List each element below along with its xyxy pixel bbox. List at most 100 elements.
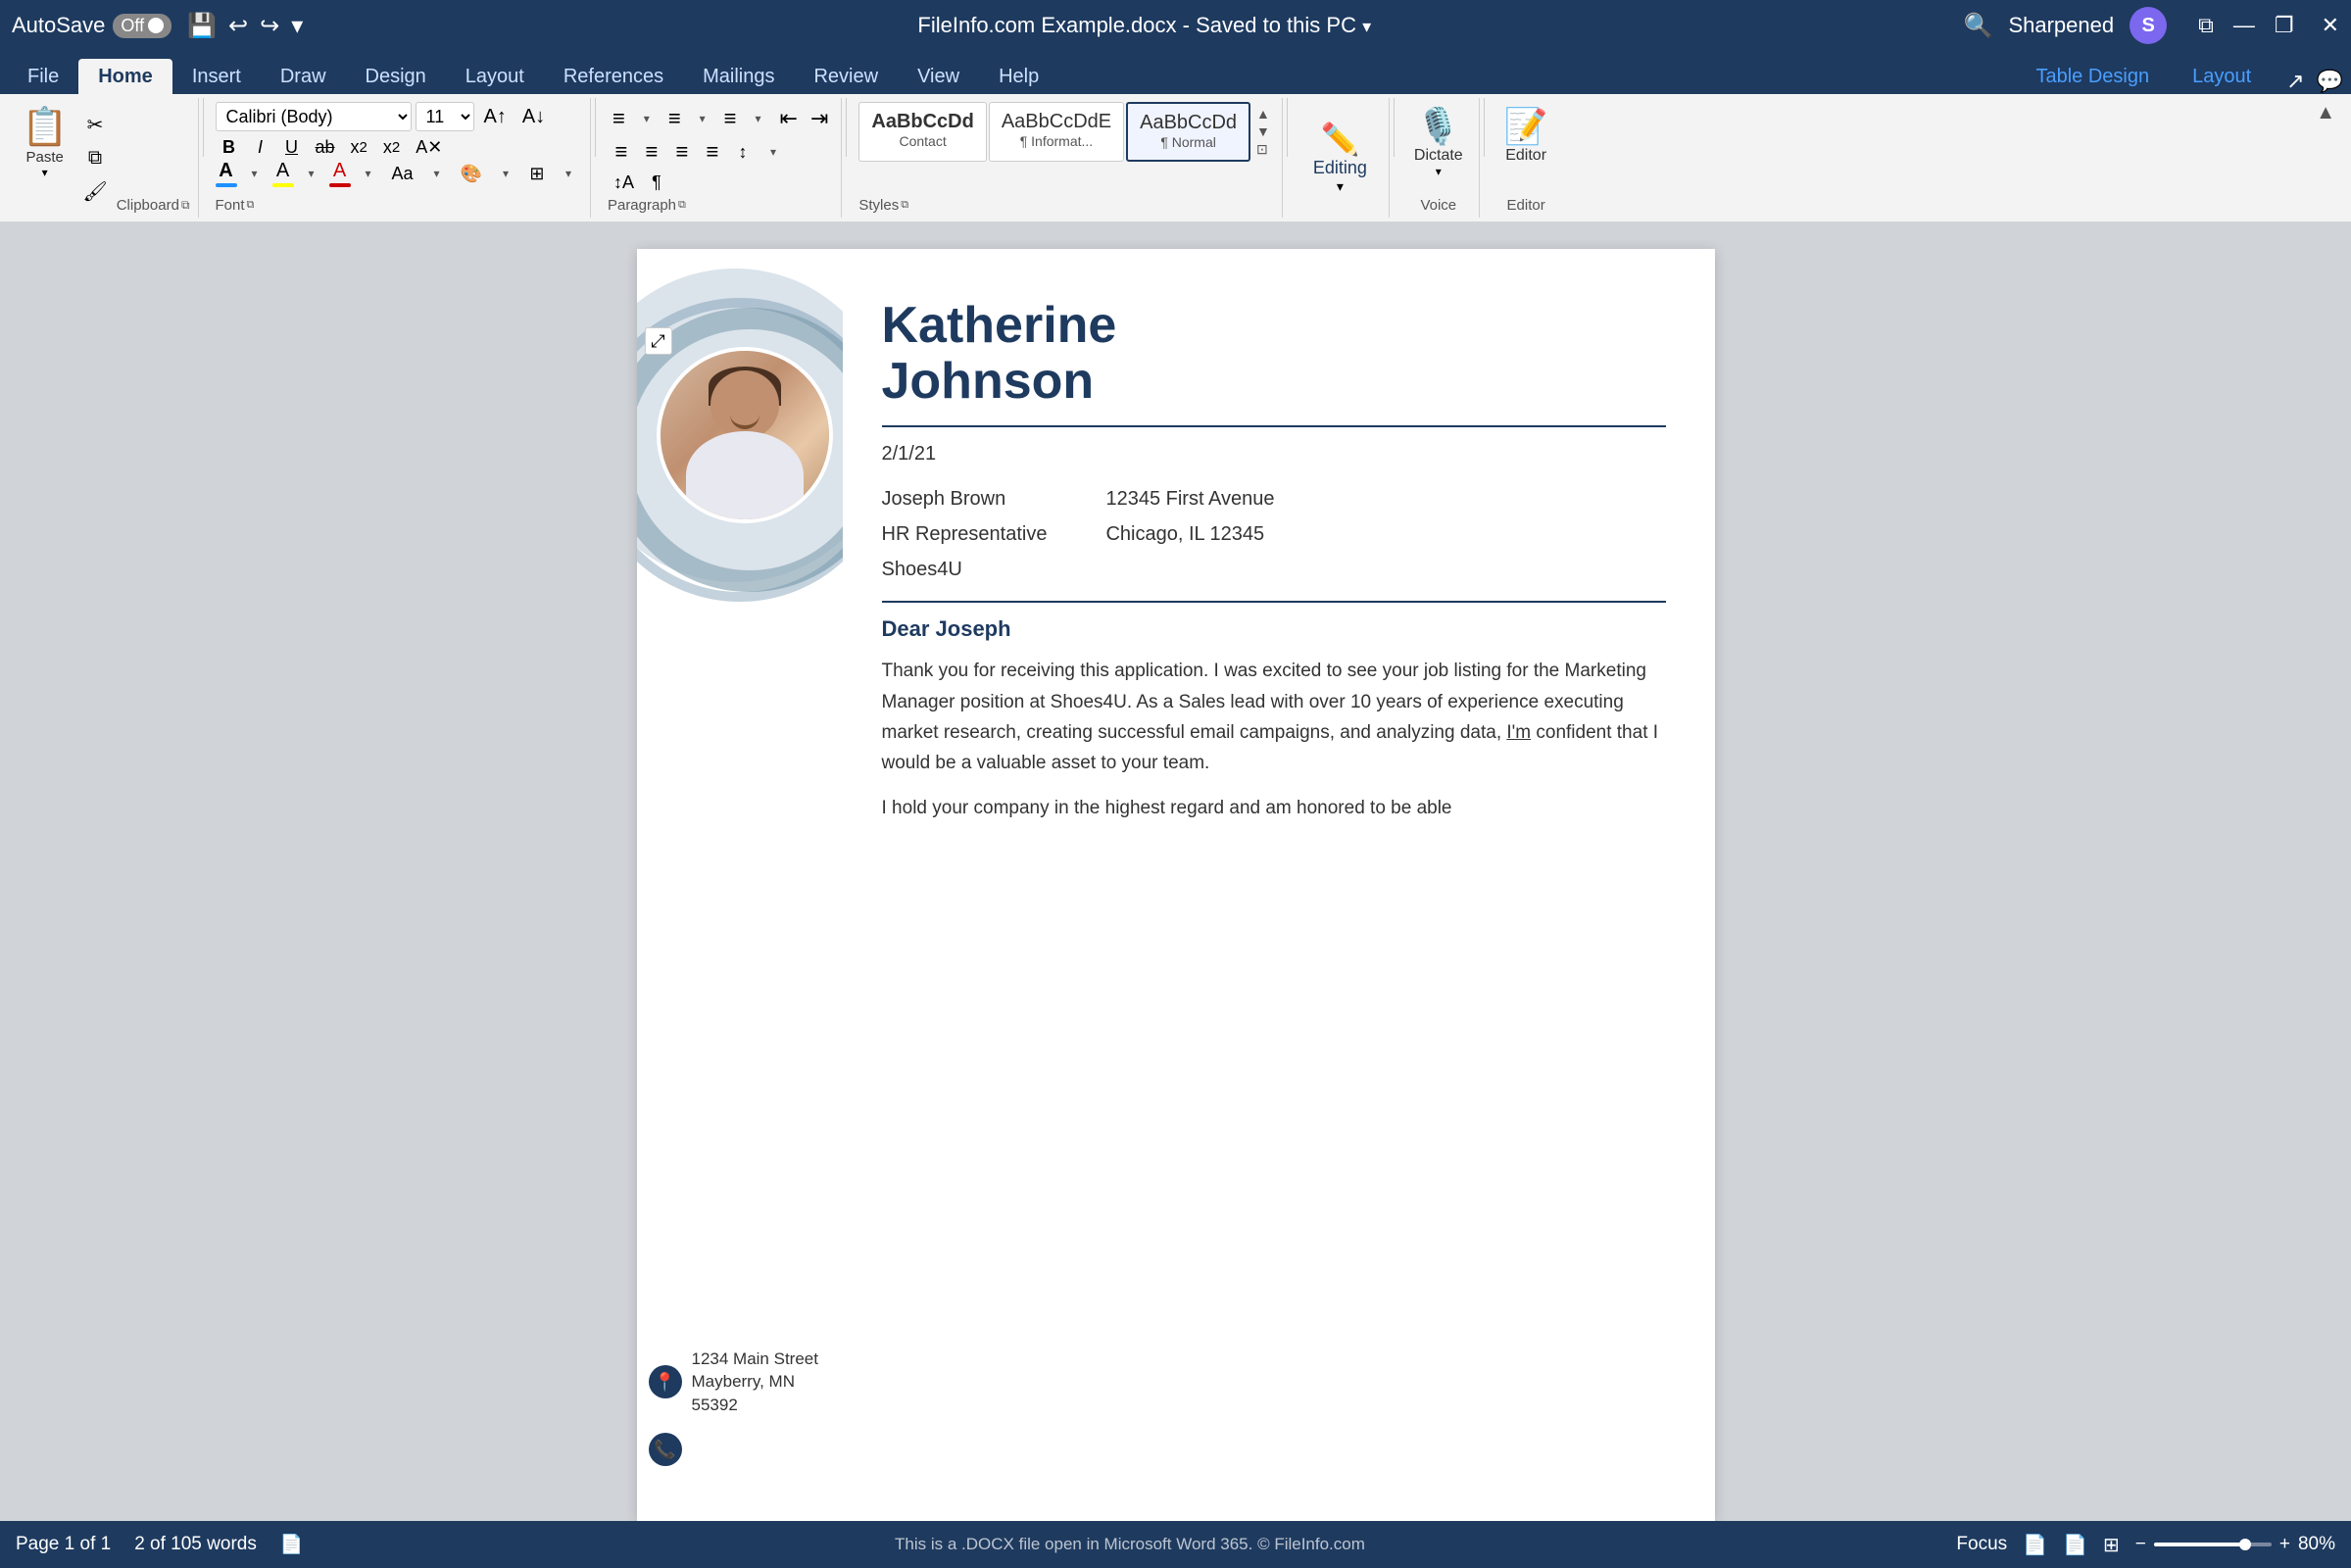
zoom-in-button[interactable]: + xyxy=(2279,1534,2290,1555)
increase-font-size-button[interactable]: A↑ xyxy=(478,104,513,130)
tab-insert[interactable]: Insert xyxy=(172,59,261,94)
format-painter-button[interactable]: 🖌 xyxy=(77,176,112,207)
font-size-select[interactable]: 11 xyxy=(416,102,474,131)
copy-button[interactable]: ⧉ xyxy=(77,144,112,172)
view-mode-icon2[interactable]: 📄 xyxy=(2063,1533,2087,1557)
page-info-label: Page 1 of 1 xyxy=(16,1534,111,1555)
align-right-button[interactable]: ≡ xyxy=(668,137,696,167)
borders-dropdown[interactable]: ▾ xyxy=(555,165,582,182)
save-icon[interactable]: 💾 xyxy=(187,12,217,40)
paste-label: Paste xyxy=(25,149,63,166)
bold-button[interactable]: B xyxy=(216,135,243,160)
paragraph-expand-icon[interactable]: ⧉ xyxy=(678,199,686,212)
decrease-indent-button[interactable]: ⇤ xyxy=(775,104,803,133)
zoom-slider[interactable] xyxy=(2154,1543,2272,1546)
share-icon[interactable]: ↗ xyxy=(2286,69,2304,94)
ribbon-collapse-button[interactable]: ▲ xyxy=(2308,98,2343,128)
multilevel-button[interactable]: ≡ xyxy=(719,104,742,133)
font-expand-icon[interactable]: ⧉ xyxy=(247,199,255,212)
line-spacing-button[interactable]: ↕ xyxy=(729,140,757,165)
user-avatar[interactable]: S xyxy=(2130,7,2167,44)
move-handle-icon[interactable]: ⤢ xyxy=(645,327,672,355)
search-icon[interactable]: 🔍 xyxy=(1964,12,1993,40)
style-information[interactable]: AaBbCcDdE ¶ Informat... xyxy=(989,102,1124,162)
change-case-button[interactable]: Aa xyxy=(386,162,419,186)
restore-window-icon[interactable]: ⧉ xyxy=(2198,13,2214,38)
dictate-button[interactable]: 🎙️ Dictate ▾ xyxy=(1406,102,1471,182)
highlight-color-button[interactable]: A xyxy=(272,160,294,187)
tab-mailings[interactable]: Mailings xyxy=(683,59,794,94)
align-left-button[interactable]: ≡ xyxy=(608,137,635,167)
quick-access-dropdown-icon[interactable]: ▾ xyxy=(291,12,303,40)
increase-indent-button[interactable]: ⇥ xyxy=(806,104,833,133)
autosave-toggle[interactable]: Off xyxy=(113,14,171,38)
close-button[interactable]: ✕ xyxy=(2322,13,2339,38)
tab-layout-context[interactable]: Layout xyxy=(2173,59,2271,94)
underline-button[interactable]: U xyxy=(278,135,306,160)
styles-scroll-down-icon[interactable]: ▼ xyxy=(1256,123,1270,139)
comments-icon[interactable]: 💬 xyxy=(2317,69,2343,94)
numbering-button[interactable]: ≡ xyxy=(663,104,686,133)
minimize-button[interactable]: — xyxy=(2233,13,2255,38)
font-color-dropdown[interactable]: ▾ xyxy=(241,165,269,182)
tab-table-design[interactable]: Table Design xyxy=(2016,59,2169,94)
font-family-select[interactable]: Calibri (Body) xyxy=(216,102,412,131)
cut-button[interactable]: ✂ xyxy=(77,110,112,140)
view-mode-icon1[interactable]: 📄 xyxy=(2023,1533,2047,1557)
tab-layout[interactable]: Layout xyxy=(446,59,544,94)
strikethrough-button[interactable]: ab xyxy=(310,135,341,160)
view-mode-icon3[interactable]: ⊞ xyxy=(2103,1533,2120,1557)
change-case-dropdown[interactable]: ▾ xyxy=(423,165,451,182)
decrease-font-size-button[interactable]: A↓ xyxy=(516,104,551,130)
shading-dropdown[interactable]: ▾ xyxy=(492,165,519,182)
text-effect-dropdown[interactable]: ▾ xyxy=(355,165,382,182)
styles-expand-btn-icon[interactable]: ⧉ xyxy=(901,199,908,212)
paste-button[interactable]: 📋 Paste ▾ xyxy=(16,102,73,214)
proofing-icon[interactable]: 📄 xyxy=(280,1533,304,1556)
highlight-color-dropdown[interactable]: ▾ xyxy=(298,165,325,182)
sort-button[interactable]: ↕A xyxy=(608,171,640,195)
applicant-name: Katherine Johnson xyxy=(882,298,1666,410)
dictate-dropdown-icon[interactable]: ▾ xyxy=(1436,165,1442,178)
multilevel-dropdown[interactable]: ▾ xyxy=(745,110,772,127)
style-normal[interactable]: AaBbCcDd ¶ Normal xyxy=(1126,102,1250,162)
style-contact[interactable]: AaBbCcDd Contact xyxy=(858,102,986,162)
maximize-button[interactable]: ❐ xyxy=(2275,13,2294,38)
font-color-button[interactable]: A xyxy=(216,160,237,187)
tab-view[interactable]: View xyxy=(898,59,979,94)
text-effect-button[interactable]: A xyxy=(329,160,351,187)
editing-mode-button[interactable]: ✏️ Editing ▾ xyxy=(1301,117,1379,199)
tab-draw[interactable]: Draw xyxy=(261,59,346,94)
bullets-dropdown[interactable]: ▾ xyxy=(633,110,661,127)
justify-button[interactable]: ≡ xyxy=(699,137,726,167)
shading-button[interactable]: 🎨 xyxy=(455,162,488,186)
tab-file[interactable]: File xyxy=(8,59,78,94)
styles-scroll-up-icon[interactable]: ▲ xyxy=(1256,106,1270,122)
styles-scroll-controls[interactable]: ▲ ▼ ⊡ xyxy=(1252,102,1274,162)
tab-design[interactable]: Design xyxy=(346,59,446,94)
align-center-button[interactable]: ≡ xyxy=(638,137,665,167)
tab-review[interactable]: Review xyxy=(794,59,898,94)
borders-button[interactable]: ⊞ xyxy=(523,162,551,186)
tab-references[interactable]: References xyxy=(544,59,683,94)
line-spacing-dropdown[interactable]: ▾ xyxy=(759,143,787,161)
save-status-dropdown-icon[interactable]: ▾ xyxy=(1362,17,1371,36)
focus-label[interactable]: Focus xyxy=(1956,1534,2007,1555)
clear-formatting-button[interactable]: A✕ xyxy=(410,135,448,160)
numbering-dropdown[interactable]: ▾ xyxy=(689,110,716,127)
editor-button[interactable]: 📝 Editor xyxy=(1496,102,1556,169)
tab-help[interactable]: Help xyxy=(979,59,1058,94)
zoom-out-button[interactable]: − xyxy=(2135,1534,2146,1555)
subscript-button[interactable]: x2 xyxy=(345,135,373,160)
bullets-button[interactable]: ≡ xyxy=(608,104,630,133)
clipboard-expand-icon[interactable]: ⧉ xyxy=(181,198,190,213)
undo-icon[interactable]: ↩ xyxy=(228,12,248,40)
styles-expand-icon[interactable]: ⊡ xyxy=(1256,141,1270,158)
paste-dropdown-icon[interactable]: ▾ xyxy=(42,166,48,179)
editing-mode-dropdown-icon[interactable]: ▾ xyxy=(1337,178,1344,195)
superscript-button[interactable]: x2 xyxy=(377,135,406,160)
tab-home[interactable]: Home xyxy=(78,59,172,94)
show-marks-button[interactable]: ¶ xyxy=(643,171,670,195)
italic-button[interactable]: I xyxy=(247,135,274,160)
redo-icon[interactable]: ↪ xyxy=(260,12,279,40)
